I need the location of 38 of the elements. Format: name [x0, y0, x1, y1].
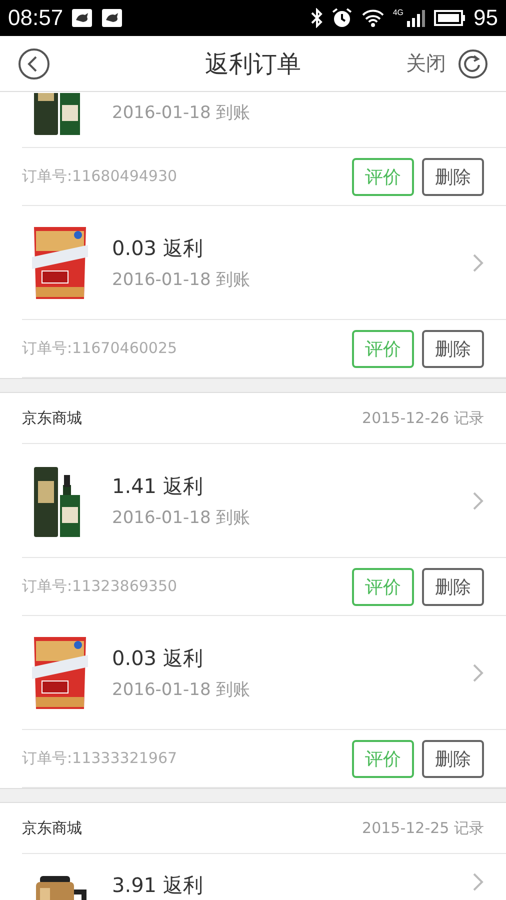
bluetooth-icon — [310, 8, 323, 28]
order-number: 订单号:11323869350 — [22, 577, 178, 596]
refresh-button[interactable] — [458, 48, 488, 78]
battery-level: 95 — [474, 5, 498, 31]
delete-button[interactable]: 删除 — [422, 740, 484, 778]
app-notification-icon — [71, 8, 94, 28]
order-number: 订单号:11680494930 — [22, 167, 178, 186]
store-name: 京东商城 — [22, 408, 83, 428]
delete-button[interactable]: 删除 — [422, 568, 484, 606]
delete-button[interactable]: 删除 — [422, 158, 484, 196]
delete-button[interactable]: 删除 — [422, 330, 484, 368]
order-number: 订单号:11670460025 — [22, 339, 178, 358]
chevron-right-icon — [472, 662, 484, 682]
network-type: 4G — [392, 9, 404, 17]
arrival-date: 2016-01-18 到账 — [112, 678, 252, 700]
rebate-amount: 0.03 返利 — [112, 644, 204, 672]
chevron-right-icon — [472, 490, 484, 510]
record-date: 2015-12-26 记录 — [362, 408, 484, 428]
clock-time: 08:57 — [8, 5, 64, 31]
record-date: 2015-12-25 记录 — [362, 818, 484, 838]
store-name: 京东商城 — [22, 818, 83, 838]
arrival-date: 2016-01-18 到账 — [112, 102, 252, 124]
chevron-right-icon — [472, 872, 484, 892]
rebate-amount: 0.03 返利 — [112, 234, 204, 262]
arrival-date: 2016-01-18 到账 — [112, 268, 252, 290]
chevron-right-icon — [472, 252, 484, 272]
rebate-amount: 3.91 返利 — [112, 872, 204, 899]
page-title: 返利订单 — [205, 48, 301, 80]
alarm-clock-icon — [330, 7, 353, 29]
back-button[interactable] — [18, 48, 50, 80]
arrival-date: 2016-01-18 到账 — [112, 506, 252, 528]
app-notification-icon — [101, 8, 124, 28]
order-number: 订单号:11333321967 — [22, 749, 178, 768]
rebate-amount: 1.41 返利 — [112, 472, 204, 500]
signal-icon — [406, 8, 426, 28]
battery-icon — [434, 9, 466, 27]
wifi-icon — [360, 8, 385, 28]
close-link[interactable]: 关闭 — [406, 50, 446, 77]
